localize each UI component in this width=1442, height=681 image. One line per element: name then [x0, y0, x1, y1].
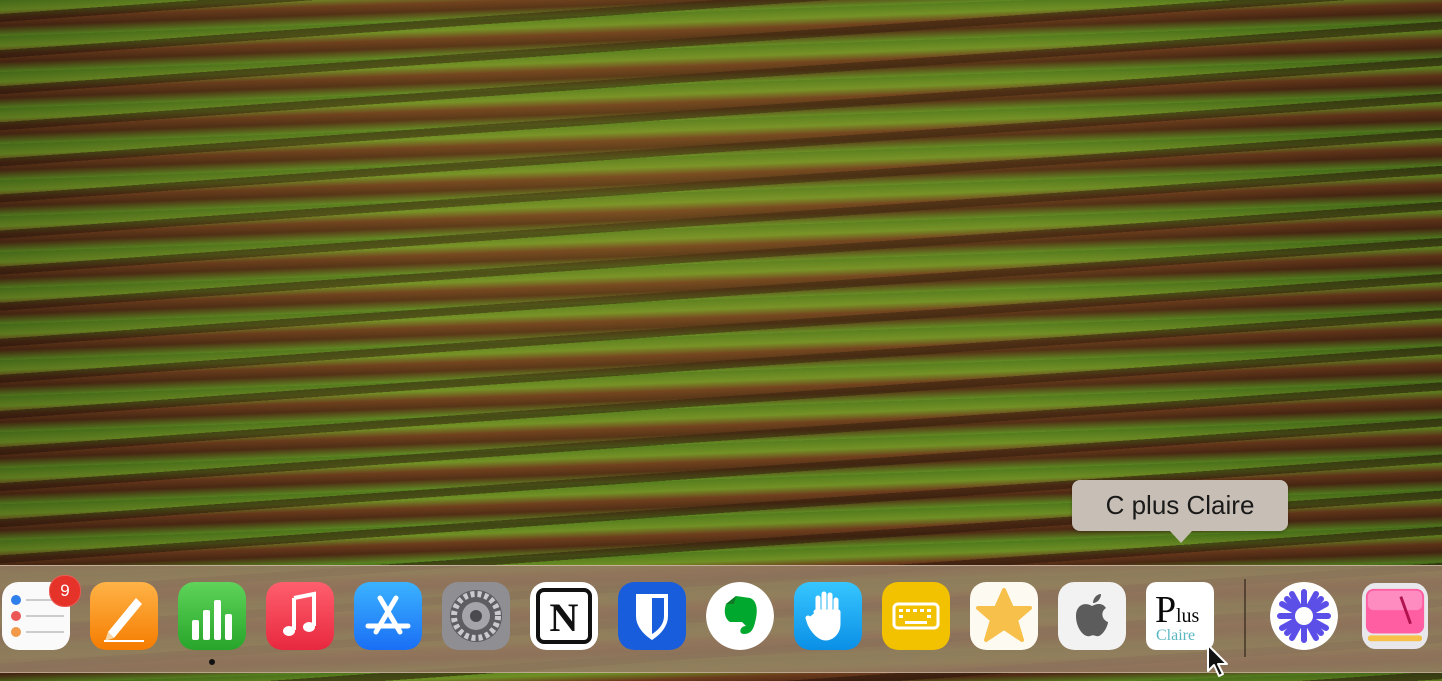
dock-item-system-settings[interactable]: [442, 582, 510, 650]
dock-item-hand-app[interactable]: [794, 582, 862, 650]
svg-text:N: N: [550, 595, 579, 640]
cleanmymac-icon: [1362, 583, 1428, 649]
dock-item-star-app[interactable]: [970, 582, 1038, 650]
app-store-icon: [354, 582, 422, 650]
dock-item-cleanmymac[interactable]: [1362, 582, 1428, 650]
dock-tooltip: C plus Claire: [1072, 480, 1288, 543]
dock-item-numbers[interactable]: [178, 582, 246, 650]
keyboard-icon: [882, 582, 950, 650]
dock-item-pages[interactable]: [90, 582, 158, 650]
mouse-pointer-icon: [1207, 644, 1228, 677]
star-icon: [970, 582, 1038, 650]
dock-item-music[interactable]: [266, 582, 334, 650]
dock-item-app-store[interactable]: [354, 582, 422, 650]
svg-text:Claire: Claire: [1156, 627, 1195, 644]
plus-claire-icon: P lus Claire: [1146, 582, 1214, 650]
hand-icon: [794, 582, 862, 650]
reminders-badge: 9: [49, 575, 81, 607]
music-icon: [266, 582, 334, 650]
notion-icon: N: [530, 582, 598, 650]
dock-item-notion[interactable]: N: [530, 582, 598, 650]
apple-icon: [1058, 582, 1126, 650]
dock-separator: [1244, 579, 1246, 657]
svg-text:lus: lus: [1176, 605, 1200, 627]
asterisk-icon: [1270, 582, 1338, 650]
svg-text:P: P: [1155, 589, 1176, 631]
gear-icon: [442, 582, 510, 650]
dock-item-bitwarden[interactable]: [618, 582, 686, 650]
dock-item-keyboard-app[interactable]: [882, 582, 950, 650]
bitwarden-icon: [618, 582, 686, 650]
dock-item-perplexity[interactable]: [1270, 582, 1338, 650]
pages-icon: [90, 582, 158, 650]
dock-item-c-plus-claire[interactable]: P lus Claire: [1146, 582, 1214, 650]
evernote-icon: [706, 582, 774, 650]
numbers-running-indicator: [209, 659, 215, 665]
dock-item-evernote[interactable]: [706, 582, 774, 650]
dock-item-apple-support[interactable]: [1058, 582, 1126, 650]
numbers-icon: [178, 582, 246, 650]
